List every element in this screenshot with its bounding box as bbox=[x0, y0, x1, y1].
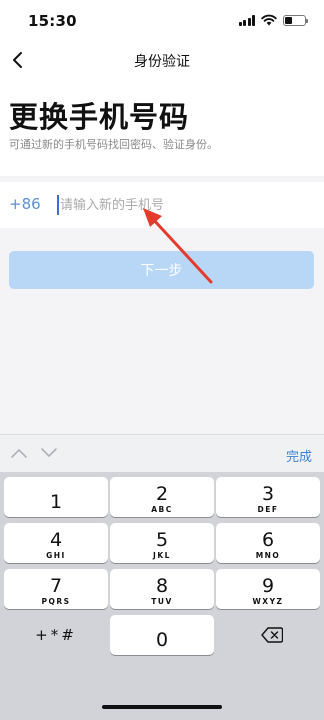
chevron-down-icon[interactable] bbox=[40, 446, 58, 460]
key-letters: MNO bbox=[255, 551, 281, 560]
symbols-key[interactable]: +*# bbox=[4, 615, 108, 655]
key-letters: PQRS bbox=[41, 597, 71, 606]
backspace-icon bbox=[261, 627, 283, 643]
key-number: 7 bbox=[49, 575, 63, 597]
key-1[interactable]: 1 bbox=[4, 477, 108, 517]
page-title: 更换手机号码 bbox=[9, 100, 190, 134]
done-button[interactable]: 完成 bbox=[286, 446, 312, 465]
key-letters: WXYZ bbox=[252, 597, 284, 606]
next-step-button[interactable]: 下一步 bbox=[9, 251, 314, 289]
key-4[interactable]: 4 GHI bbox=[4, 523, 108, 563]
key-9[interactable]: 9 WXYZ bbox=[216, 569, 320, 609]
cellular-signal-icon bbox=[238, 14, 255, 26]
key-number: 5 bbox=[155, 529, 169, 551]
key-0[interactable]: 0 bbox=[110, 615, 214, 655]
status-time: 15:30 bbox=[28, 12, 77, 30]
phone-number-input[interactable] bbox=[60, 193, 310, 217]
key-letters: TUV bbox=[151, 597, 173, 606]
numeric-keypad: 1 2 ABC 3 DEF 4 GHI 5 JKL 6 MNO 7 PQRS 8… bbox=[0, 472, 324, 720]
key-letters: GHI bbox=[46, 551, 66, 560]
key-5[interactable]: 5 JKL bbox=[110, 523, 214, 563]
wifi-icon bbox=[261, 14, 277, 26]
status-icons bbox=[238, 14, 308, 26]
key-number: 2 bbox=[155, 483, 169, 505]
home-indicator bbox=[102, 705, 222, 709]
country-code-selector[interactable]: +86 bbox=[9, 195, 41, 213]
key-number: 3 bbox=[261, 483, 275, 505]
delete-key[interactable] bbox=[216, 615, 320, 655]
nav-bar: 身份验证 bbox=[0, 44, 324, 76]
page-header: 更换手机号码 可通过新的手机号码找回密码、验证身份。 bbox=[0, 76, 324, 176]
key-3[interactable]: 3 DEF bbox=[216, 477, 320, 517]
key-number: 9 bbox=[261, 575, 275, 597]
key-number: 8 bbox=[155, 575, 169, 597]
key-number: 6 bbox=[261, 529, 275, 551]
text-cursor bbox=[57, 195, 59, 215]
nav-title: 身份验证 bbox=[134, 54, 190, 70]
key-number: 0 bbox=[155, 628, 169, 651]
key-6[interactable]: 6 MNO bbox=[216, 523, 320, 563]
keyboard-toolbar: 完成 bbox=[0, 434, 324, 472]
status-bar: 15:30 bbox=[0, 0, 324, 44]
page-subtitle: 可通过新的手机号码找回密码、验证身份。 bbox=[9, 138, 218, 151]
key-letters: DEF bbox=[257, 505, 279, 514]
phone-input-row: +86 bbox=[0, 182, 324, 228]
key-letters: ABC bbox=[151, 505, 173, 514]
battery-icon bbox=[283, 14, 308, 26]
key-number: 1 bbox=[49, 490, 63, 513]
key-letters: JKL bbox=[153, 551, 171, 560]
key-number: 4 bbox=[49, 529, 63, 551]
chevron-up-icon[interactable] bbox=[10, 446, 28, 460]
key-8[interactable]: 8 TUV bbox=[110, 569, 214, 609]
key-2[interactable]: 2 ABC bbox=[110, 477, 214, 517]
key-7[interactable]: 7 PQRS bbox=[4, 569, 108, 609]
